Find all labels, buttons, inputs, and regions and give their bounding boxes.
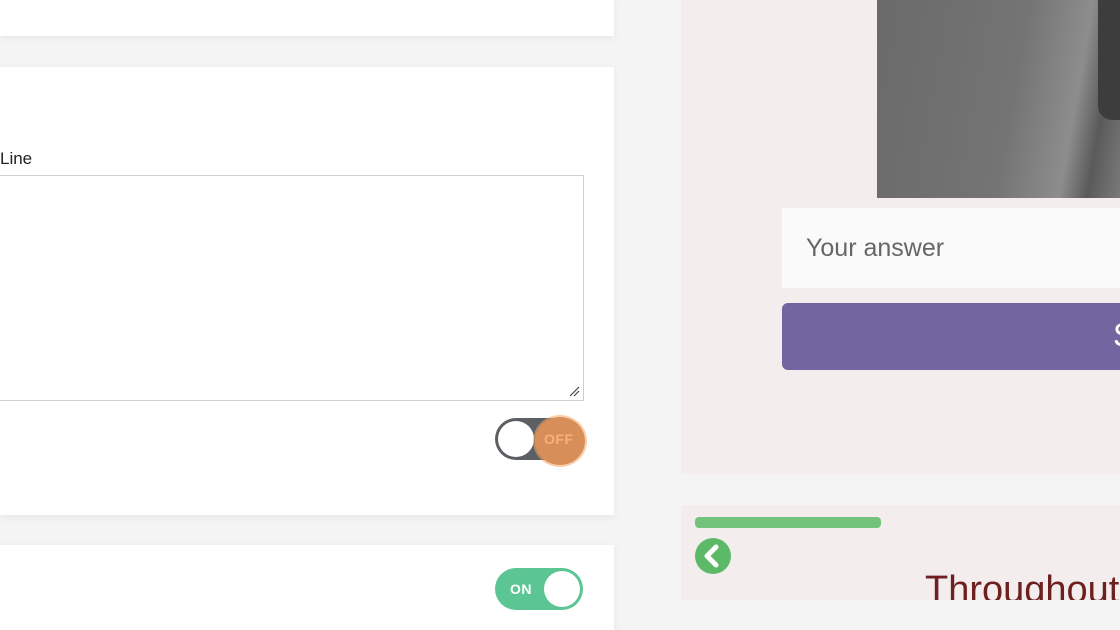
question-heading: Throughout	[925, 569, 1120, 600]
editor-card-top	[0, 0, 614, 36]
chevron-left-icon[interactable]	[695, 538, 731, 574]
on-toggle[interactable]: ON	[495, 568, 583, 610]
toggle-knob	[498, 421, 534, 457]
submit-button[interactable]: S	[782, 303, 1120, 370]
editor-card-bottom: ON	[0, 545, 614, 630]
resize-grip-icon[interactable]	[568, 385, 580, 397]
preview-next-panel: Throughout	[681, 505, 1120, 600]
answer-input[interactable]	[782, 208, 1120, 288]
off-toggle[interactable]: OFF	[495, 417, 585, 465]
progress-bar	[695, 517, 881, 528]
line-field-label: Line	[0, 149, 33, 168]
on-toggle-label: ON	[510, 581, 532, 597]
toggle-knob	[544, 571, 580, 607]
question-image	[877, 0, 1120, 198]
editor-card-line-field: Line OFF	[0, 67, 614, 515]
line-textarea[interactable]	[0, 175, 584, 401]
image-shadow	[1098, 0, 1120, 120]
progress-fill	[695, 517, 881, 528]
preview-question-panel: S	[681, 0, 1120, 474]
off-toggle-label: OFF	[544, 431, 574, 447]
